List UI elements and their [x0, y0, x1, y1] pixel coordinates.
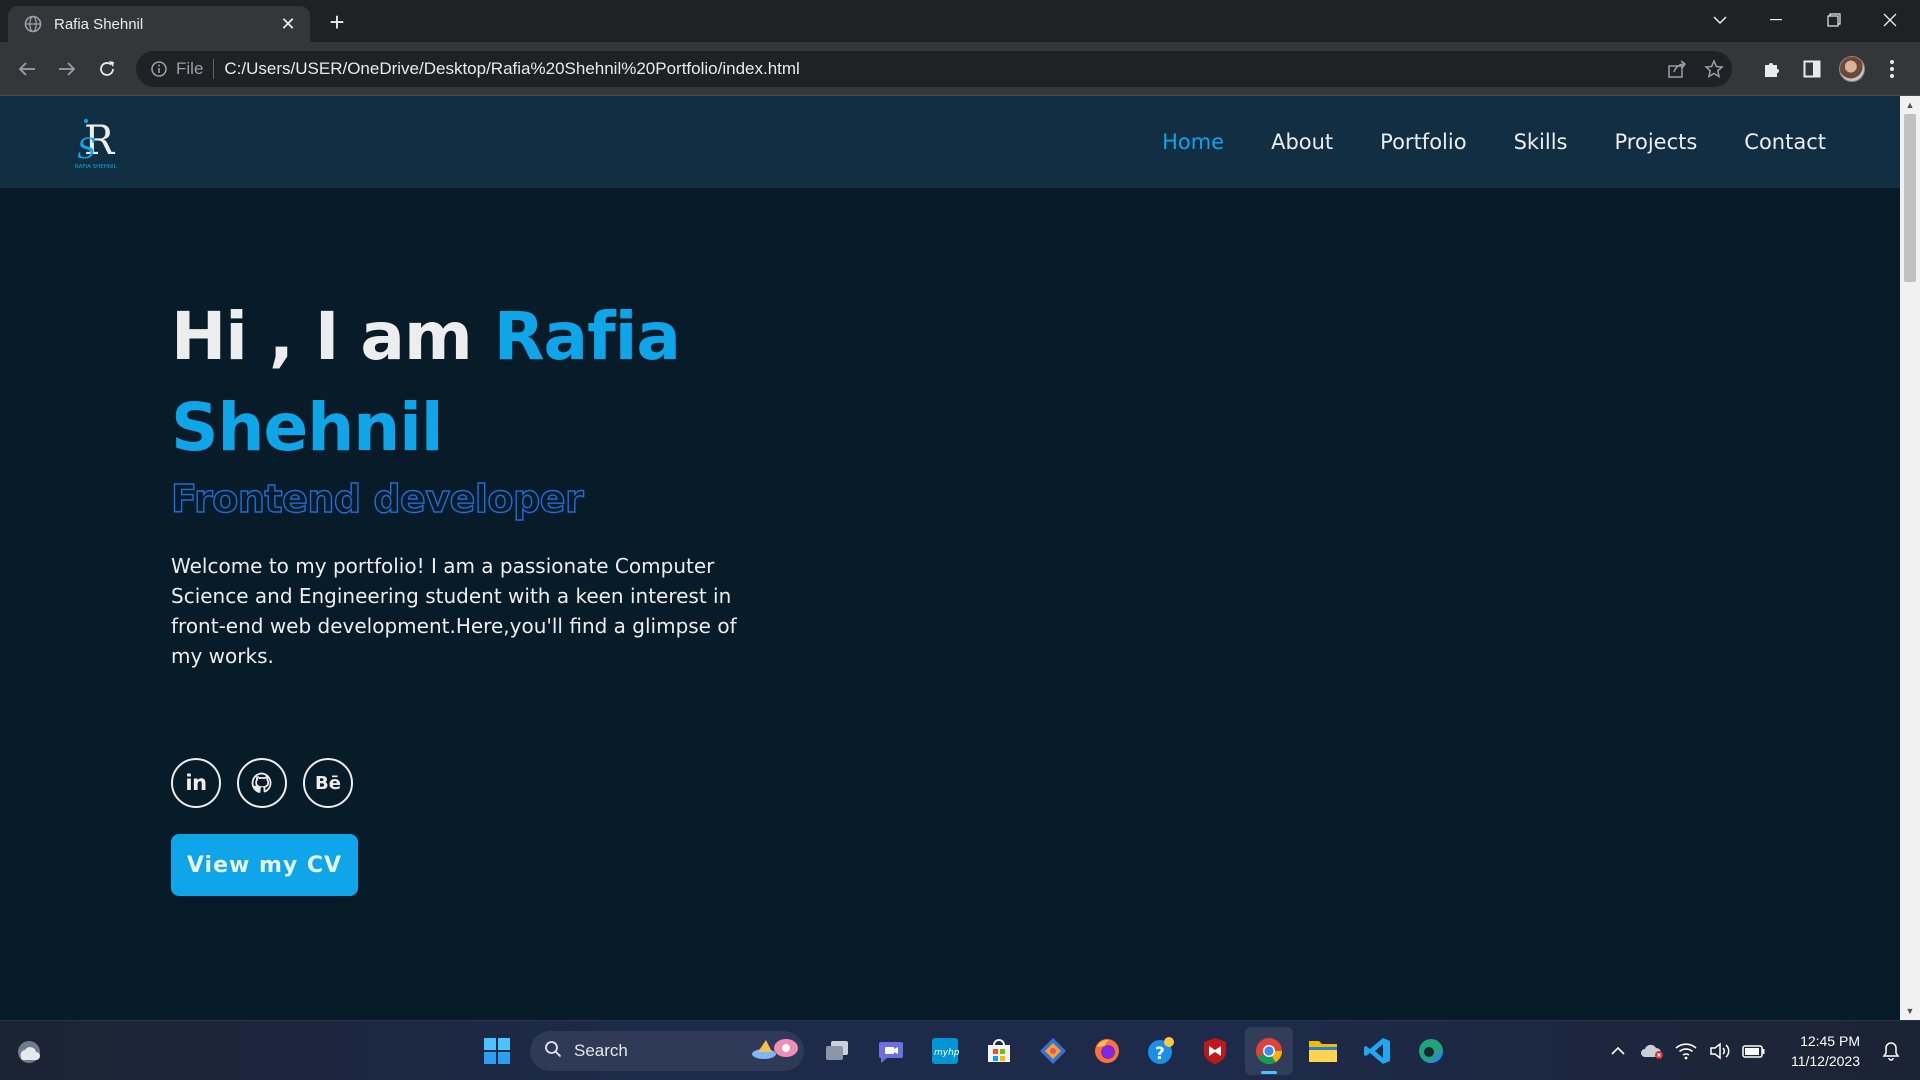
nav-home[interactable]: Home	[1162, 130, 1224, 154]
address-bar[interactable]: File C:/Users/USER/OneDrive/Desktop/Rafi…	[136, 51, 1732, 87]
linkedin-icon[interactable]: in	[171, 758, 221, 808]
share-icon[interactable]	[1660, 51, 1696, 87]
edge-icon[interactable]	[1407, 1027, 1455, 1075]
site-header: R S RAFIA SHEHNIL Home About Portfolio S…	[0, 96, 1900, 188]
wifi-icon[interactable]	[1671, 1036, 1701, 1066]
onedrive-cloud-icon[interactable]	[1637, 1036, 1667, 1066]
chevron-up-icon[interactable]	[1603, 1036, 1633, 1066]
nav-projects[interactable]: Projects	[1615, 130, 1698, 154]
chrome-icon[interactable]	[1245, 1027, 1293, 1075]
hero-role: Frontend developer	[170, 476, 584, 521]
mcafee-icon[interactable]	[1191, 1027, 1239, 1075]
svg-text:RAFIA SHEHNIL: RAFIA SHEHNIL	[75, 164, 118, 170]
scroll-up-arrow-icon[interactable]: ▲	[1900, 96, 1920, 114]
close-window-button[interactable]	[1862, 0, 1918, 40]
file-explorer-icon[interactable]	[1299, 1027, 1347, 1075]
forward-arrow-icon[interactable]	[51, 53, 83, 85]
browser-toolbar: File C:/Users/USER/OneDrive/Desktop/Rafi…	[0, 42, 1920, 96]
snipping-icon[interactable]	[1029, 1027, 1077, 1075]
behance-icon[interactable]: Bē	[303, 758, 353, 808]
minimize-window-button[interactable]	[1748, 0, 1804, 40]
back-arrow-icon[interactable]	[11, 53, 43, 85]
restore-window-button[interactable]	[1806, 0, 1862, 40]
hero-last-name: Shehnil	[171, 389, 444, 466]
github-icon[interactable]	[237, 758, 287, 808]
search-icon	[544, 1040, 562, 1063]
taskbar-clock[interactable]: 12:45 PM 11/12/2023	[1791, 1031, 1860, 1071]
nav-skills[interactable]: Skills	[1514, 130, 1568, 154]
kebab-menu-icon[interactable]	[1876, 53, 1908, 85]
firefox-icon[interactable]	[1083, 1027, 1131, 1075]
extensions-puzzle-icon[interactable]	[1756, 53, 1788, 85]
hero-first-name: Rafia	[493, 298, 681, 375]
rs-monogram-logo[interactable]: R S RAFIA SHEHNIL	[74, 114, 126, 172]
windows-start-icon[interactable]	[473, 1027, 521, 1075]
address-url[interactable]: C:/Users/USER/OneDrive/Desktop/Rafia%20S…	[224, 59, 1660, 79]
nav-contact[interactable]: Contact	[1744, 130, 1826, 154]
search-highlight-icon	[748, 1034, 804, 1069]
address-divider	[213, 59, 215, 79]
hero-section: Hi , I am Rafia Shehnil Frontend develop…	[170, 291, 791, 671]
taskbar-search-label: Search	[574, 1041, 628, 1060]
notification-bell-icon[interactable]	[1876, 1036, 1906, 1066]
weather-widget-icon[interactable]	[14, 1037, 44, 1065]
vscode-icon[interactable]	[1353, 1027, 1401, 1075]
chat-icon[interactable]	[867, 1027, 915, 1075]
hero-heading: Hi , I am Rafia Shehnil	[171, 291, 791, 473]
browser-tab-strip: Rafia Shehnil ✕ +	[0, 0, 1920, 42]
site-info-icon[interactable]	[150, 60, 168, 78]
globe-icon	[24, 15, 42, 33]
task-view-icon[interactable]	[813, 1027, 861, 1075]
svg-text:?: ?	[1155, 1044, 1165, 1064]
taskbar-search-box[interactable]: Search	[530, 1031, 804, 1071]
svg-text:S: S	[77, 132, 96, 165]
hero-greeting: Hi , I am	[171, 298, 494, 375]
tab-search-chevron-icon[interactable]	[1692, 0, 1748, 40]
browser-tab[interactable]: Rafia Shehnil ✕	[8, 6, 310, 42]
svg-text:myhp: myhp	[934, 1048, 959, 1058]
myhp-icon[interactable]: myhp	[921, 1027, 969, 1075]
battery-icon[interactable]	[1739, 1036, 1769, 1066]
view-cv-button[interactable]: View my CV	[171, 834, 358, 896]
store-icon[interactable]	[975, 1027, 1023, 1075]
clock-date: 11/12/2023	[1790, 1053, 1860, 1069]
windows-taskbar: Search myhp ? 12:45 PM 11/12/2023	[0, 1020, 1920, 1080]
social-links: in Bē	[171, 758, 369, 808]
bookmark-star-icon[interactable]	[1696, 51, 1732, 87]
hero-intro: Welcome to my portfolio! I am a passiona…	[171, 554, 737, 668]
clock-time: 12:45 PM	[1800, 1033, 1860, 1049]
nav-about[interactable]: About	[1271, 130, 1333, 154]
scroll-down-arrow-icon[interactable]: ▼	[1900, 1002, 1920, 1020]
main-nav: Home About Portfolio Skills Projects Con…	[1115, 96, 1826, 188]
taskbar-apps: Search myhp ?	[470, 1027, 1458, 1075]
page-scrollbar[interactable]: ▲ ▼	[1900, 96, 1920, 1020]
nav-portfolio[interactable]: Portfolio	[1380, 130, 1466, 154]
help-icon[interactable]: ?	[1137, 1027, 1185, 1075]
reload-icon[interactable]	[91, 53, 123, 85]
tab-title: Rafia Shehnil	[54, 15, 144, 33]
profile-avatar[interactable]	[1836, 53, 1868, 85]
side-panel-icon[interactable]	[1796, 53, 1828, 85]
scrollbar-thumb[interactable]	[1904, 114, 1916, 282]
system-tray: 12:45 PM 11/12/2023	[1601, 1021, 1920, 1080]
address-scheme: File	[176, 59, 204, 78]
new-tab-button[interactable]: +	[322, 8, 352, 38]
volume-icon[interactable]	[1705, 1036, 1735, 1066]
close-tab-icon[interactable]: ✕	[278, 14, 298, 35]
